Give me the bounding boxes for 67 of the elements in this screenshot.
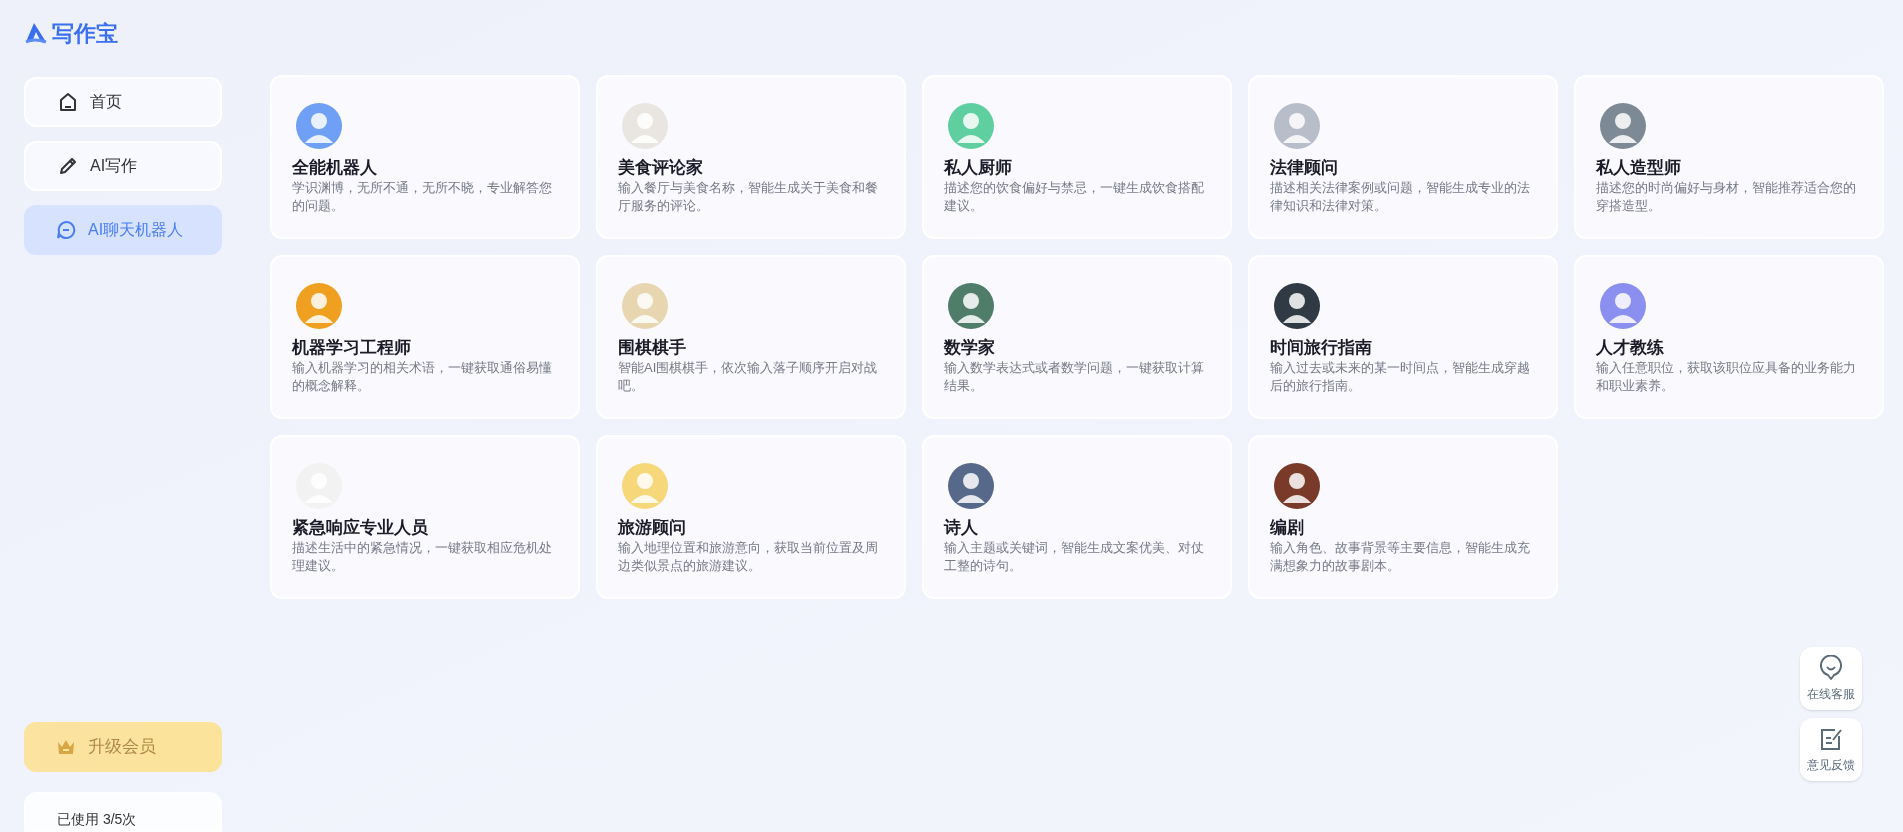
sidebar-item[interactable]: 首页	[24, 77, 222, 127]
logo-icon	[24, 22, 48, 44]
avatar-icon	[948, 283, 994, 329]
avatar-icon	[296, 103, 342, 149]
float-button[interactable]: 在线客服	[1800, 647, 1862, 710]
avatar-icon	[948, 103, 994, 149]
card-title: 法律顾问	[1270, 157, 1339, 179]
pencil-icon	[58, 156, 78, 176]
home-icon	[58, 92, 78, 112]
assistant-card[interactable]: 全能机器人 学识渊博，无所不通，无所不晓，专业解答您的问题。	[270, 75, 580, 239]
card-description: 描述您的饮食偏好与禁忌，一键生成饮食搭配建议。	[944, 179, 1205, 215]
assistant-card[interactable]: 私人造型师 描述您的时尚偏好与身材，智能推荐适合您的穿搭造型。	[1574, 75, 1884, 239]
card-title: 诗人	[944, 517, 979, 539]
avatar-icon	[296, 283, 342, 329]
chat-bubble-icon	[1818, 654, 1844, 681]
card-description: 描述生活中的紧急情况，一键获取相应危机处理建议。	[292, 539, 553, 575]
card-title: 紧急响应专业人员	[292, 517, 429, 539]
avatar-icon	[622, 103, 668, 149]
avatar-icon	[622, 463, 668, 509]
usage-text: 已使用 3/5次	[57, 811, 137, 827]
card-title: 数学家	[944, 337, 996, 359]
card-description: 输入地理位置和旅游意向，获取当前位置及周边类似景点的旅游建议。	[618, 539, 879, 575]
card-title: 旅游顾问	[618, 517, 687, 539]
card-description: 描述您的时尚偏好与身材，智能推荐适合您的穿搭造型。	[1596, 179, 1857, 215]
card-description: 描述相关法律案例或问题，智能生成专业的法律知识和法律对策。	[1270, 179, 1531, 215]
avatar-icon	[1600, 283, 1646, 329]
avatar-icon	[948, 463, 994, 509]
float-button[interactable]: 意见反馈	[1800, 718, 1862, 781]
sidebar-item[interactable]: AI写作	[24, 141, 222, 191]
assistant-card[interactable]: 人才教练 输入任意职位，获取该职位应具备的业务能力和职业素养。	[1574, 255, 1884, 419]
card-title: 私人厨师	[944, 157, 1013, 179]
assistant-card[interactable]: 围棋棋手 智能AI围棋棋手，依次输入落子顺序开启对战吧。	[596, 255, 906, 419]
avatar-icon	[1274, 463, 1320, 509]
avatar-icon	[1600, 103, 1646, 149]
assistant-card[interactable]: 旅游顾问 输入地理位置和旅游意向，获取当前位置及周边类似景点的旅游建议。	[596, 435, 906, 599]
card-description: 输入餐厅与美食名称，智能生成关于美食和餐厅服务的评论。	[618, 179, 879, 215]
card-title: 美食评论家	[618, 157, 704, 179]
card-description: 学识渊博，无所不通，无所不晓，专业解答您的问题。	[292, 179, 553, 215]
assistant-card[interactable]: 数学家 输入数学表达式或者数学问题，一键获取计算结果。	[922, 255, 1232, 419]
avatar-icon	[622, 283, 668, 329]
card-description: 智能AI围棋棋手，依次输入落子顺序开启对战吧。	[618, 359, 879, 395]
card-title: 时间旅行指南	[1270, 337, 1373, 359]
card-title: 私人造型师	[1596, 157, 1682, 179]
card-description: 输入过去或未来的某一时间点，智能生成穿越后的旅行指南。	[1270, 359, 1531, 395]
avatar-icon	[1274, 103, 1320, 149]
avatar-icon	[1274, 283, 1320, 329]
card-description: 输入角色、故事背景等主要信息，智能生成充满想象力的故事剧本。	[1270, 539, 1531, 575]
card-title: 围棋棋手	[618, 337, 687, 359]
crown-icon	[56, 738, 76, 756]
assistant-card[interactable]: 私人厨师 描述您的饮食偏好与禁忌，一键生成饮食搭配建议。	[922, 75, 1232, 239]
card-title: 机器学习工程师	[292, 337, 412, 359]
card-title: 人才教练	[1596, 337, 1665, 359]
assistant-card[interactable]: 美食评论家 输入餐厅与美食名称，智能生成关于美食和餐厅服务的评论。	[596, 75, 906, 239]
assistant-card[interactable]: 编剧 输入角色、故事背景等主要信息，智能生成充满想象力的故事剧本。	[1248, 435, 1558, 599]
assistant-card[interactable]: 法律顾问 描述相关法律案例或问题，智能生成专业的法律知识和法律对策。	[1248, 75, 1558, 239]
card-description: 输入数学表达式或者数学问题，一键获取计算结果。	[944, 359, 1205, 395]
card-title: 全能机器人	[292, 157, 378, 179]
assistant-card[interactable]: 诗人 输入主题或关键词，智能生成文案优美、对仗工整的诗句。	[922, 435, 1232, 599]
card-description: 输入机器学习的相关术语，一键获取通俗易懂的概念解释。	[292, 359, 553, 395]
assistant-card[interactable]: 紧急响应专业人员 描述生活中的紧急情况，一键获取相应危机处理建议。	[270, 435, 580, 599]
card-description: 输入任意职位，获取该职位应具备的业务能力和职业素养。	[1596, 359, 1857, 395]
assistant-card[interactable]: 机器学习工程师 输入机器学习的相关术语，一键获取通俗易懂的概念解释。	[270, 255, 580, 419]
card-description: 输入主题或关键词，智能生成文案优美、对仗工整的诗句。	[944, 539, 1205, 575]
card-title: 编剧	[1270, 517, 1305, 539]
chat-icon	[56, 220, 76, 240]
logo-text: 写作宝	[52, 19, 118, 48]
assistant-card[interactable]: 时间旅行指南 输入过去或未来的某一时间点，智能生成穿越后的旅行指南。	[1248, 255, 1558, 419]
